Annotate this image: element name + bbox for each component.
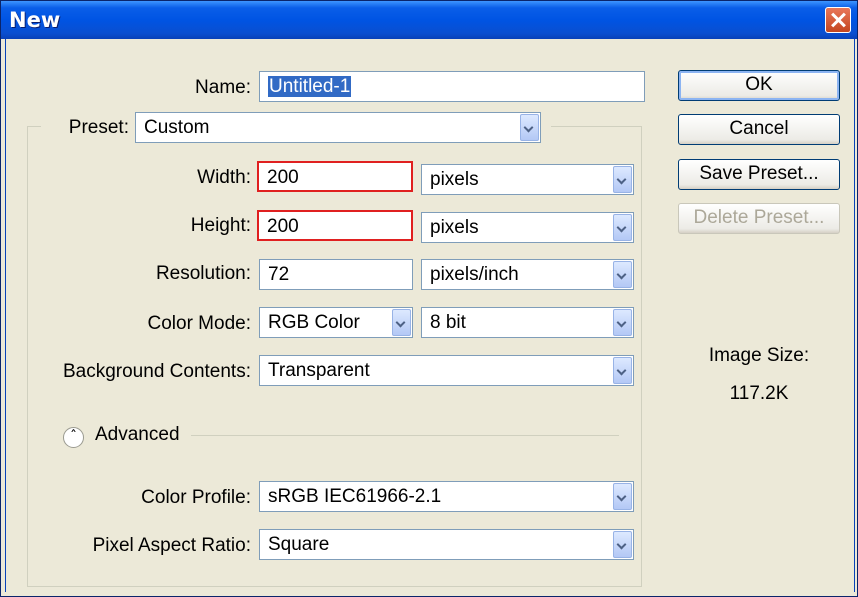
group-border-right xyxy=(641,126,642,586)
bit-depth-select[interactable]: 8 bit xyxy=(421,307,634,338)
name-input[interactable]: Untitled-1 xyxy=(259,71,645,102)
bit-depth-value: 8 bit xyxy=(430,312,466,333)
pixel-aspect-ratio-label: Pixel Aspect Ratio: xyxy=(92,535,251,556)
color-profile-value: sRGB IEC61966-2.1 xyxy=(268,486,442,507)
chevron-down-icon[interactable] xyxy=(613,483,632,510)
new-document-dialog: New Name: Untitled-1 Preset: Custom Widt… xyxy=(0,0,858,597)
advanced-label[interactable]: Advanced xyxy=(95,422,180,448)
color-profile-label: Color Profile: xyxy=(141,487,251,508)
resolution-value: 72 xyxy=(268,264,290,285)
name-label: Name: xyxy=(195,77,251,98)
chevron-down-icon[interactable] xyxy=(613,309,632,336)
preset-value: Custom xyxy=(144,117,210,138)
name-value: Untitled-1 xyxy=(268,76,352,97)
background-contents-label: Background Contents: xyxy=(62,361,251,382)
pixel-aspect-ratio-value: Square xyxy=(268,534,330,555)
height-value: 200 xyxy=(267,216,299,237)
height-input[interactable]: 200 xyxy=(257,210,413,241)
chevron-down-icon[interactable] xyxy=(613,214,632,241)
width-unit-value: pixels xyxy=(430,169,479,190)
advanced-divider xyxy=(191,435,619,436)
image-size-value: 117.2K xyxy=(729,383,789,404)
chevron-down-icon[interactable] xyxy=(613,357,632,384)
ok-button[interactable]: OK xyxy=(678,70,840,101)
color-mode-select[interactable]: RGB Color xyxy=(259,307,413,338)
resolution-label: Resolution: xyxy=(155,263,251,284)
resolution-input[interactable]: 72 xyxy=(259,259,413,290)
preset-select[interactable]: Custom xyxy=(135,112,541,143)
background-contents-select[interactable]: Transparent xyxy=(259,355,634,386)
resolution-unit-select[interactable]: pixels/inch xyxy=(421,259,634,290)
chevron-down-icon[interactable] xyxy=(392,309,411,336)
group-border-left xyxy=(27,126,28,586)
preset-label: Preset: xyxy=(68,117,129,138)
width-input[interactable]: 200 xyxy=(257,161,413,192)
chevron-down-icon[interactable] xyxy=(613,261,632,288)
dialog-title: New xyxy=(9,8,61,32)
color-mode-label: Color Mode: xyxy=(147,313,252,334)
image-size-label: Image Size: xyxy=(708,345,810,366)
group-border-top-left xyxy=(27,126,41,127)
color-profile-select[interactable]: sRGB IEC61966-2.1 xyxy=(259,481,634,512)
resolution-unit-value: pixels/inch xyxy=(430,264,519,285)
chevron-down-icon[interactable] xyxy=(613,166,632,193)
background-contents-value: Transparent xyxy=(268,360,370,381)
title-bar[interactable]: New xyxy=(1,1,857,39)
delete-preset-button: Delete Preset... xyxy=(678,203,840,234)
expand-collapse-icon[interactable]: ˆ xyxy=(63,427,84,448)
group-border-top-right xyxy=(551,126,641,127)
save-preset-button[interactable]: Save Preset... xyxy=(678,159,840,190)
height-unit-select[interactable]: pixels xyxy=(421,212,634,243)
group-border-bottom xyxy=(27,586,642,587)
pixel-aspect-ratio-select[interactable]: Square xyxy=(259,529,634,560)
height-unit-value: pixels xyxy=(430,217,479,238)
color-mode-value: RGB Color xyxy=(268,312,360,333)
cancel-button[interactable]: Cancel xyxy=(678,114,840,145)
chevron-down-icon[interactable] xyxy=(613,531,632,558)
width-unit-select[interactable]: pixels xyxy=(421,164,634,195)
height-label: Height: xyxy=(190,215,251,236)
width-value: 200 xyxy=(267,167,299,188)
close-icon[interactable] xyxy=(825,7,851,33)
width-label: Width: xyxy=(197,167,251,188)
chevron-down-icon[interactable] xyxy=(520,114,539,141)
